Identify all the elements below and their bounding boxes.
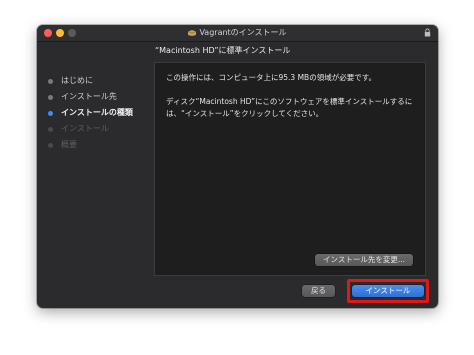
title-bar: Vagrantのインストール: [37, 25, 438, 42]
step-dot: [48, 127, 53, 132]
page-subtitle: “Macintosh HD”に標準インストール: [155, 46, 291, 55]
sidebar-item-installation-type: インストールの種類: [37, 105, 152, 121]
step-dot: [48, 95, 53, 100]
install-instructions-text: ディスク“Macintosh HD”にこのソフトウェアを標準インストールするには…: [166, 97, 413, 118]
sidebar-item-destination: インストール先: [37, 89, 152, 105]
step-dot: [48, 111, 53, 116]
installer-window: Vagrantのインストール “Macintosh HD”に標準インストール は…: [37, 25, 438, 308]
sidebar-item-label: インストール: [61, 124, 109, 133]
content-panel: この操作には、コンピュータ上に95.3 MBの領域が必要です。 ディスク“Mac…: [154, 62, 426, 276]
sidebar-item-label: インストール先: [61, 92, 117, 101]
step-dot: [48, 143, 53, 148]
steps-sidebar: はじめに インストール先 インストールの種類 インストール 概要: [37, 73, 152, 153]
change-location-button[interactable]: インストール先を変更...: [315, 254, 413, 266]
window-title-text: Vagrantのインストール: [199, 28, 287, 37]
sidebar-item-label: インストールの種類: [61, 108, 133, 117]
step-dot: [48, 79, 53, 84]
sidebar-item-label: 概要: [61, 140, 77, 149]
lock-icon: [424, 28, 431, 37]
sidebar-item-label: はじめに: [61, 76, 93, 85]
install-button-highlight: [347, 279, 429, 303]
sidebar-item-installation: インストール: [37, 121, 152, 137]
window-title: Vagrantのインストール: [37, 25, 438, 41]
sidebar-item-summary: 概要: [37, 137, 152, 153]
package-icon: [188, 30, 197, 36]
sidebar-item-introduction: はじめに: [37, 73, 152, 89]
back-button[interactable]: 戻る: [302, 285, 335, 297]
disk-space-text: この操作には、コンピュータ上に95.3 MBの領域が必要です。: [166, 73, 376, 82]
